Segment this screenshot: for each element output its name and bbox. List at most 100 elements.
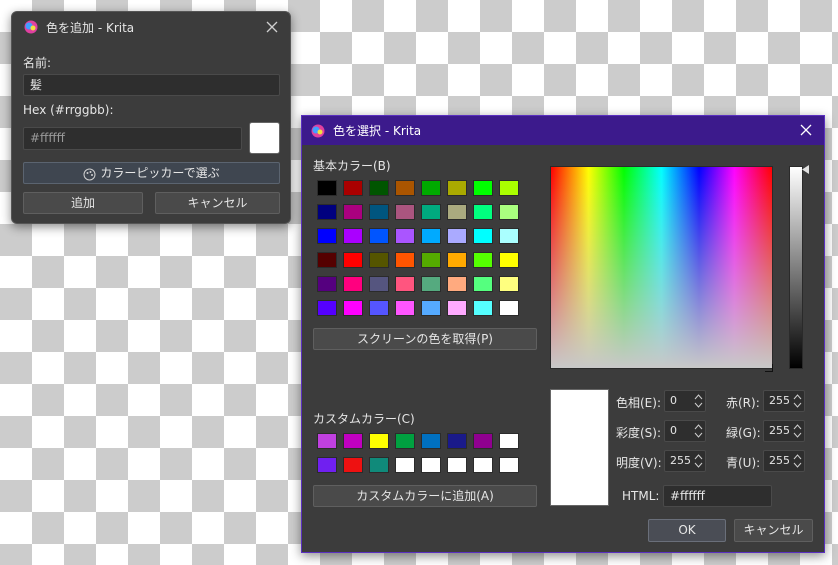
- custom-color-swatch[interactable]: [395, 457, 415, 473]
- add-custom-color-button[interactable]: カスタムカラーに追加(A): [313, 485, 537, 507]
- basic-color-swatch[interactable]: [473, 252, 493, 268]
- basic-color-swatch[interactable]: [447, 228, 467, 244]
- spin-up-icon[interactable]: [793, 453, 802, 461]
- basic-color-swatch[interactable]: [369, 180, 389, 196]
- basic-color-swatch[interactable]: [317, 252, 337, 268]
- basic-color-swatch[interactable]: [369, 252, 389, 268]
- basic-color-swatch[interactable]: [447, 180, 467, 196]
- basic-color-swatch[interactable]: [343, 204, 363, 220]
- basic-color-swatch[interactable]: [395, 276, 415, 292]
- basic-color-swatch[interactable]: [421, 204, 441, 220]
- basic-color-swatch[interactable]: [421, 300, 441, 316]
- basic-color-swatch[interactable]: [369, 204, 389, 220]
- custom-color-swatch[interactable]: [421, 433, 441, 449]
- ok-button[interactable]: OK: [648, 519, 726, 542]
- red-spinbox[interactable]: 255: [763, 390, 805, 412]
- color-picker-button[interactable]: カラーピッカーで選ぶ: [23, 162, 280, 184]
- custom-color-swatch[interactable]: [343, 433, 363, 449]
- spin-down-icon[interactable]: [694, 401, 703, 409]
- basic-color-swatch[interactable]: [369, 300, 389, 316]
- spin-up-icon[interactable]: [694, 423, 703, 431]
- custom-color-swatch[interactable]: [447, 457, 467, 473]
- custom-color-swatch[interactable]: [395, 433, 415, 449]
- custom-colors-label: カスタムカラー(C): [313, 412, 415, 426]
- custom-color-swatch[interactable]: [499, 433, 519, 449]
- basic-color-swatch[interactable]: [473, 228, 493, 244]
- basic-color-swatch[interactable]: [447, 300, 467, 316]
- basic-color-swatch[interactable]: [473, 300, 493, 316]
- name-field[interactable]: 髪: [23, 74, 280, 96]
- sat-spinbox[interactable]: 0: [664, 420, 706, 442]
- select-dialog-cancel-button[interactable]: キャンセル: [734, 519, 813, 542]
- basic-color-swatch[interactable]: [473, 204, 493, 220]
- spin-down-icon[interactable]: [694, 461, 703, 469]
- basic-color-swatch[interactable]: [499, 276, 519, 292]
- spin-down-icon[interactable]: [793, 461, 802, 469]
- basic-color-swatch[interactable]: [499, 228, 519, 244]
- pick-screen-color-button[interactable]: スクリーンの色を取得(P): [313, 328, 537, 350]
- spin-up-icon[interactable]: [694, 393, 703, 401]
- spin-up-icon[interactable]: [793, 423, 802, 431]
- val-spinbox[interactable]: 255: [664, 450, 706, 472]
- blue-spinbox[interactable]: 255: [763, 450, 805, 472]
- basic-color-swatch[interactable]: [317, 204, 337, 220]
- basic-color-swatch[interactable]: [447, 252, 467, 268]
- hex-field[interactable]: #ffffff: [23, 127, 242, 150]
- custom-color-swatch[interactable]: [499, 457, 519, 473]
- html-field[interactable]: #ffffff: [663, 485, 772, 507]
- add-dialog-close-button[interactable]: [262, 17, 282, 37]
- custom-color-swatch[interactable]: [317, 433, 337, 449]
- basic-color-swatch[interactable]: [499, 252, 519, 268]
- spin-down-icon[interactable]: [694, 431, 703, 439]
- basic-color-swatch[interactable]: [395, 180, 415, 196]
- add-dialog-cancel-button[interactable]: キャンセル: [155, 192, 280, 214]
- custom-color-swatch[interactable]: [369, 457, 389, 473]
- green-spinbox[interactable]: 255: [763, 420, 805, 442]
- custom-color-swatch[interactable]: [473, 457, 493, 473]
- spin-up-icon[interactable]: [694, 453, 703, 461]
- basic-color-swatch[interactable]: [421, 228, 441, 244]
- hue-saturation-spectrum[interactable]: [550, 166, 774, 373]
- add-button[interactable]: 追加: [23, 192, 143, 214]
- basic-color-swatch[interactable]: [421, 252, 441, 268]
- spin-down-icon[interactable]: [793, 401, 802, 409]
- value-slider-arrow-icon[interactable]: [802, 163, 809, 174]
- basic-color-swatch[interactable]: [395, 228, 415, 244]
- basic-color-swatch[interactable]: [395, 300, 415, 316]
- value-slider[interactable]: [789, 166, 803, 369]
- spin-up-icon[interactable]: [793, 393, 802, 401]
- custom-color-swatch[interactable]: [447, 433, 467, 449]
- basic-color-swatch[interactable]: [473, 180, 493, 196]
- add-dialog-title: 色を追加 - Krita: [46, 20, 135, 35]
- basic-color-swatch[interactable]: [317, 228, 337, 244]
- select-dialog-close-button[interactable]: [796, 120, 816, 140]
- basic-color-swatch[interactable]: [369, 276, 389, 292]
- basic-color-swatch[interactable]: [343, 228, 363, 244]
- basic-color-swatch[interactable]: [421, 180, 441, 196]
- basic-color-swatch[interactable]: [473, 276, 493, 292]
- basic-color-swatch[interactable]: [343, 276, 363, 292]
- basic-color-swatch[interactable]: [499, 180, 519, 196]
- custom-color-swatch[interactable]: [317, 457, 337, 473]
- basic-color-swatch[interactable]: [421, 276, 441, 292]
- basic-color-swatch[interactable]: [447, 276, 467, 292]
- custom-color-swatch[interactable]: [473, 433, 493, 449]
- basic-color-swatch[interactable]: [395, 252, 415, 268]
- hue-spinbox[interactable]: 0: [664, 390, 706, 412]
- custom-color-swatch[interactable]: [343, 457, 363, 473]
- basic-color-swatch[interactable]: [343, 180, 363, 196]
- basic-color-swatch[interactable]: [317, 180, 337, 196]
- custom-color-swatch[interactable]: [421, 457, 441, 473]
- custom-color-swatch[interactable]: [369, 433, 389, 449]
- basic-color-swatch[interactable]: [395, 204, 415, 220]
- spin-down-icon[interactable]: [793, 431, 802, 439]
- krita-logo-icon: [24, 20, 38, 34]
- basic-color-swatch[interactable]: [317, 300, 337, 316]
- basic-color-swatch[interactable]: [447, 204, 467, 220]
- basic-color-swatch[interactable]: [369, 228, 389, 244]
- basic-color-swatch[interactable]: [499, 300, 519, 316]
- basic-color-swatch[interactable]: [343, 252, 363, 268]
- basic-color-swatch[interactable]: [317, 276, 337, 292]
- basic-color-swatch[interactable]: [343, 300, 363, 316]
- basic-color-swatch[interactable]: [499, 204, 519, 220]
